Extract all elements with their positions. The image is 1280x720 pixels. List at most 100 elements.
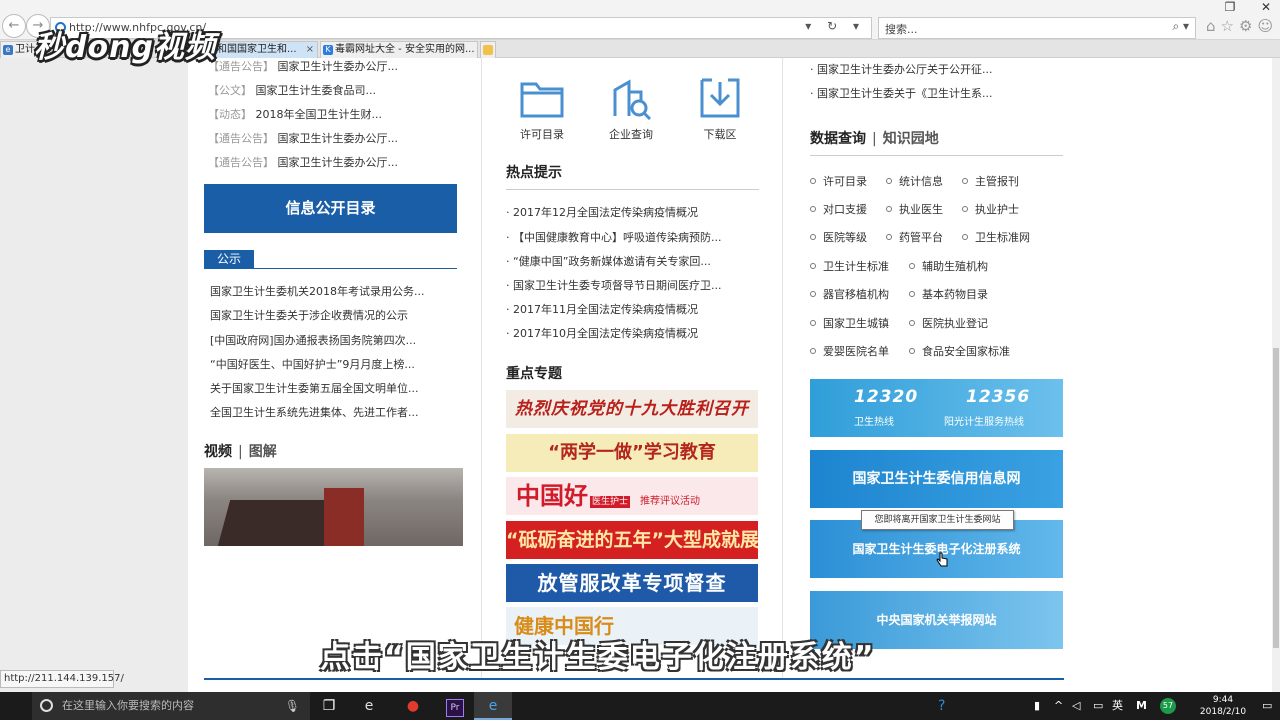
tray-badge[interactable]: 57 xyxy=(1160,698,1176,714)
m-icon[interactable]: M xyxy=(1136,692,1147,720)
query-link[interactable]: 食品安全国家标准 xyxy=(909,343,1010,359)
column-divider xyxy=(481,58,482,678)
notification-icon[interactable]: ▭ xyxy=(1262,692,1272,720)
list-item[interactable]: 【通告公告】 国家卫生计生委办公厅... xyxy=(208,130,398,146)
quick-link-company[interactable]: 企业查询 xyxy=(596,76,666,142)
notice-item[interactable]: [中国政府网]国办通报表扬国务院第四次... xyxy=(210,332,416,348)
premiere-icon[interactable]: Pr xyxy=(436,692,474,720)
search-icon[interactable]: ⌕ ▾ xyxy=(1172,19,1189,34)
tab-favicon: K xyxy=(323,45,333,55)
input-language[interactable]: 英 xyxy=(1112,692,1123,720)
query-link[interactable]: 基本药物目录 xyxy=(909,286,988,302)
taskbar-search[interactable]: 在这里输入你要搜索的内容 🎙 xyxy=(32,692,310,720)
home-icon[interactable]: ⌂ xyxy=(1206,17,1221,35)
hot-item[interactable]: · 【中国健康教育中心】呼吸道传染病预防... xyxy=(506,229,722,245)
scrollbar[interactable] xyxy=(1272,58,1280,692)
list-item[interactable]: 【通告公告】 国家卫生计生委办公厅... xyxy=(208,58,398,74)
video-thumbnail[interactable] xyxy=(204,468,463,546)
battery-icon[interactable]: ▮ xyxy=(1034,692,1040,720)
new-tab-button[interactable] xyxy=(480,41,496,58)
query-link[interactable]: 对口支援 xyxy=(810,201,867,217)
clock[interactable]: 9:44 2018/2/10 xyxy=(1193,694,1253,718)
list-item[interactable]: 【通告公告】 国家卫生计生委办公厅... xyxy=(208,154,398,170)
credit-info-banner[interactable]: 国家卫生计生委信用信息网 xyxy=(810,450,1063,508)
list-item[interactable]: 【公文】 国家卫生计生委食品司... xyxy=(208,82,376,98)
notice-item[interactable]: 关于国家卫生计生委第五届全国文明单位... xyxy=(210,380,419,396)
list-item[interactable]: 【动态】 2018年全国卫生计生财... xyxy=(208,106,382,122)
smiley-icon[interactable]: ☺ xyxy=(1257,17,1278,35)
hot-item[interactable]: · 国家卫生计生委专项督导节日期间医疗卫... xyxy=(506,277,722,293)
query-link[interactable]: 执业护士 xyxy=(962,201,1019,217)
ie-taskbar-icon[interactable]: e xyxy=(350,692,388,720)
tab-knowledge[interactable]: 知识园地 xyxy=(883,131,939,147)
banner-reform[interactable]: 放管服改革专项督查 xyxy=(506,564,758,602)
search-icon xyxy=(810,206,816,212)
hot-item[interactable]: · 2017年10月全国法定传染病疫情概况 xyxy=(506,325,698,341)
volume-icon[interactable]: ◁ xyxy=(1072,692,1080,720)
column-divider xyxy=(782,58,783,678)
tab-data-query[interactable]: 数据查询 xyxy=(810,131,866,147)
notice-item[interactable]: 全国卫生计生系统先进集体、先进工作者... xyxy=(210,404,419,420)
banner-19th-congress[interactable]: 热烈庆祝党的十九大胜利召开 xyxy=(506,390,758,428)
refresh-icon[interactable]: ▾ ↻ ▾ xyxy=(805,19,865,33)
query-link[interactable]: 国家卫生城镇 xyxy=(810,315,889,331)
info-catalog-button[interactable]: 信息公开目录 xyxy=(204,184,457,233)
search-icon xyxy=(810,291,816,297)
hot-item[interactable]: · 2017年12月全国法定传染病疫情概况 xyxy=(506,204,698,220)
notice-item[interactable]: 国家卫生计生委关于涉企收费情况的公示 xyxy=(210,307,408,323)
tab-notice[interactable]: 公示 xyxy=(204,250,254,269)
close-window-icon[interactable]: ✕ xyxy=(1254,0,1278,14)
divider xyxy=(204,268,457,269)
query-link[interactable]: 卫生标准网 xyxy=(962,229,1030,245)
help-icon[interactable]: ? xyxy=(938,692,945,720)
tab-3[interactable]: K 毒霸网址大全 - 安全实用的网... xyxy=(320,41,478,58)
query-link[interactable]: 爱婴医院名单 xyxy=(810,343,889,359)
search-icon xyxy=(909,348,915,354)
chevron-up-icon[interactable]: ^ xyxy=(1054,692,1063,720)
favorites-icon[interactable]: ☆ xyxy=(1221,17,1239,35)
watermark-logo: 秒dong视频 xyxy=(34,30,216,65)
recorder-icon[interactable]: ● xyxy=(394,692,432,720)
query-link[interactable]: 医院执业登记 xyxy=(909,315,988,331)
banner-five-years[interactable]: “砥砺奋进的五年”大型成就展 xyxy=(506,521,758,559)
scrollbar-thumb[interactable] xyxy=(1273,348,1279,648)
query-link[interactable]: 许可目录 xyxy=(810,173,867,189)
close-tab-icon[interactable]: × xyxy=(306,42,314,58)
new-tab-icon xyxy=(483,45,493,55)
tab-video[interactable]: 视频 xyxy=(204,444,232,460)
quick-link-permit[interactable]: 许可目录 xyxy=(507,76,577,142)
notice-item[interactable]: “中国好医生、中国好护士”9月月度上榜... xyxy=(210,356,415,372)
right-list-item[interactable]: · 国家卫生计生委关于《卫生计生系... xyxy=(810,85,993,101)
quick-link-download[interactable]: 下载区 xyxy=(685,76,755,142)
hotline-banner[interactable]: 12320 卫生热线 12356 阳光计生服务热线 xyxy=(810,379,1063,437)
right-list-item[interactable]: · 国家卫生计生委办公厅关于公开征... xyxy=(810,61,993,77)
divider xyxy=(810,155,1063,156)
restore-window-icon[interactable]: ❐ xyxy=(1218,0,1242,14)
ime-icon[interactable]: ▭ xyxy=(1093,692,1103,720)
banner-good-doctor[interactable]: 中国好 医生护士 推荐评议活动 xyxy=(506,477,758,515)
search-input[interactable]: 搜索... ⌕ ▾ xyxy=(878,17,1196,39)
query-link[interactable]: 药管平台 xyxy=(886,229,943,245)
query-link[interactable]: 器官移植机构 xyxy=(810,286,889,302)
query-link[interactable]: 医院等级 xyxy=(810,229,867,245)
query-link[interactable]: 辅助生殖机构 xyxy=(909,258,988,274)
notice-item[interactable]: 国家卫生计生委机关2018年考试录用公务... xyxy=(210,283,424,299)
back-button[interactable]: ← xyxy=(2,14,26,38)
folder-icon xyxy=(520,82,564,118)
microphone-icon[interactable]: 🎙 xyxy=(285,692,300,720)
task-view-icon[interactable]: ❐ xyxy=(310,692,348,720)
search-icon xyxy=(886,178,892,184)
edge-icon[interactable]: e xyxy=(474,692,512,720)
banner-two-studies[interactable]: “两学一做”学习教育 xyxy=(506,434,758,472)
query-link[interactable]: 卫生计生标准 xyxy=(810,258,889,274)
query-link[interactable]: 统计信息 xyxy=(886,173,943,189)
start-button[interactable] xyxy=(0,692,32,720)
tab-graphic[interactable]: 图解 xyxy=(249,444,277,460)
building-search-icon xyxy=(613,79,652,120)
query-link[interactable]: 主管报刊 xyxy=(962,173,1019,189)
query-link[interactable]: 执业医生 xyxy=(886,201,943,217)
gear-icon[interactable]: ⚙ xyxy=(1239,17,1257,35)
hot-item[interactable]: · “健康中国”政务新媒体邀请有关专家回... xyxy=(506,253,711,269)
hot-item[interactable]: · 2017年11月全国法定传染病疫情概况 xyxy=(506,301,698,317)
thumbnail-shape xyxy=(217,500,341,546)
